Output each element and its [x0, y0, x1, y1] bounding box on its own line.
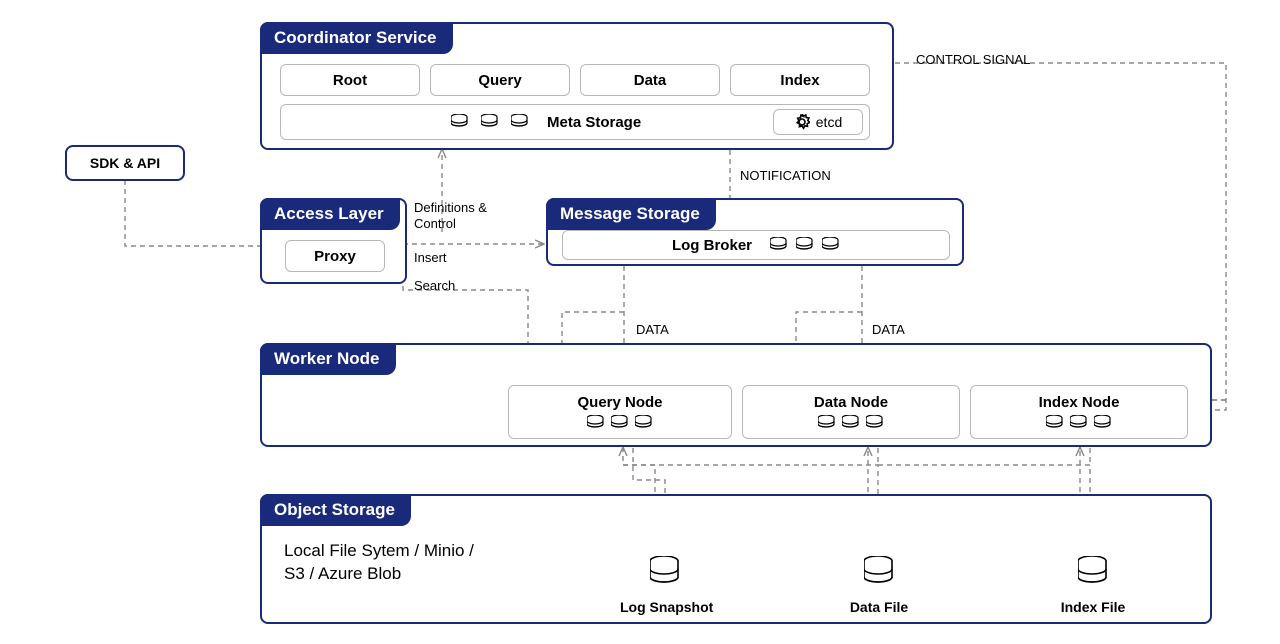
notification-label: NOTIFICATION: [740, 168, 831, 184]
database-icon: [650, 556, 680, 586]
coord-data: Data: [580, 64, 720, 96]
object-storage-note: Local File Sytem / Minio / S3 / Azure Bl…: [284, 540, 474, 586]
index-node-box: Index Node: [970, 385, 1188, 439]
coord-root: Root: [280, 64, 420, 96]
object-storage-title: Object Storage: [260, 494, 411, 526]
coordinator-title: Coordinator Service: [260, 22, 453, 54]
log-snapshot: Log Snapshot: [620, 556, 710, 615]
index-file: Index File: [1058, 556, 1128, 615]
database-icon: [864, 556, 894, 586]
access-layer-title: Access Layer: [260, 198, 400, 230]
message-storage-panel: Message Storage Log Broker: [546, 198, 964, 266]
database-icon: [770, 237, 788, 253]
coord-query: Query: [430, 64, 570, 96]
control-signal-label: CONTROL SIGNAL: [916, 52, 1030, 68]
database-icon: [1070, 415, 1088, 431]
database-icon: [511, 114, 529, 130]
coordinator-panel: Coordinator Service Root Query Data Inde…: [260, 22, 894, 150]
database-icon: [481, 114, 499, 130]
data-label-1: DATA: [636, 322, 669, 338]
database-icon: [635, 415, 653, 431]
coord-index: Index: [730, 64, 870, 96]
data-label-2: DATA: [872, 322, 905, 338]
worker-node-panel: Worker Node Query Node Data Node Index N…: [260, 343, 1212, 447]
proxy-box: Proxy: [285, 240, 385, 272]
database-icon: [611, 415, 629, 431]
sdk-api-label: SDK & API: [90, 155, 160, 171]
message-storage-title: Message Storage: [546, 198, 716, 230]
data-node-box: Data Node: [742, 385, 960, 439]
object-storage-panel: Object Storage Local File Sytem / Minio …: [260, 494, 1212, 624]
log-broker-box: Log Broker: [562, 230, 950, 260]
insert-label: Insert: [414, 250, 447, 266]
database-icon: [587, 415, 605, 431]
db-icons: [587, 415, 653, 431]
database-icon: [1094, 415, 1112, 431]
database-icon: [822, 237, 840, 253]
access-layer-panel: Access Layer Proxy: [260, 198, 407, 284]
data-file: Data File: [844, 556, 914, 615]
worker-node-title: Worker Node: [260, 343, 396, 375]
database-icon: [451, 114, 469, 130]
query-node-box: Query Node: [508, 385, 732, 439]
database-icon: [1046, 415, 1064, 431]
database-icon: [796, 237, 814, 253]
database-icon: [866, 415, 884, 431]
db-icons: [1046, 415, 1112, 431]
etcd-box: etcd: [773, 109, 863, 135]
gear-icon: [794, 114, 810, 130]
db-icons: [818, 415, 884, 431]
database-icon: [1078, 556, 1108, 586]
search-label: Search: [414, 278, 455, 294]
database-icon: [818, 415, 836, 431]
database-icon: [842, 415, 860, 431]
meta-storage-box: Meta Storage etcd: [280, 104, 870, 140]
sdk-api-box: SDK & API: [65, 145, 185, 181]
def-control-label: Definitions & Control: [414, 200, 487, 233]
meta-storage-label: Meta Storage: [547, 114, 641, 131]
